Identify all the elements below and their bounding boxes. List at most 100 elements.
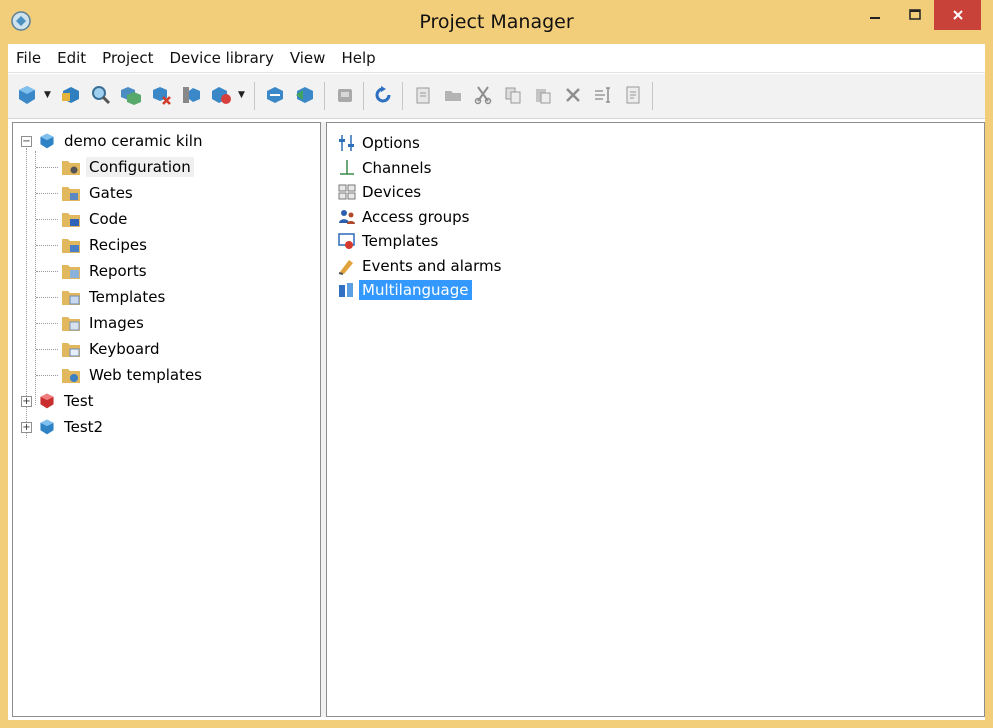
toolbar-separator [324,82,325,110]
tree-item-test[interactable]: + Test [21,389,97,413]
gates-folder-icon [62,187,80,201]
list-item-label: Templates [362,232,439,250]
tree-item-configuration[interactable]: Configuration [36,155,194,179]
connect-button[interactable] [262,82,288,108]
cube-open-icon [62,87,79,103]
tree-connector [36,349,58,350]
delete-project-button[interactable] [148,82,174,108]
list-item-label: Devices [362,183,422,201]
device-icon [338,89,352,102]
tree-item-web-templates[interactable]: Web templates [36,363,205,387]
tree-item-templates[interactable]: Templates [36,285,168,309]
tree-item-recipes[interactable]: Recipes [36,233,150,257]
users-icon [339,210,355,224]
tree-connector [36,375,58,376]
import-project-button[interactable] [208,82,234,108]
tree-item-label: Images [89,314,144,332]
new-item-button[interactable] [410,82,436,108]
tree-item-keyboard[interactable]: Keyboard [36,337,163,361]
list-item-label: Channels [362,159,432,177]
new-project-button[interactable] [14,82,40,108]
tree-connector [36,193,58,194]
delete-button[interactable] [560,82,586,108]
menu-project[interactable]: Project [94,49,161,67]
download-button[interactable] [292,82,318,108]
project-cube-icon [40,133,54,149]
new-folder-button[interactable] [440,82,466,108]
menu-edit[interactable]: Edit [49,49,94,67]
cut-button[interactable] [470,82,496,108]
maximize-icon [909,9,921,20]
reports-folder-icon [62,265,80,279]
web-templates-folder-icon [62,369,80,383]
title-bar[interactable]: Project Manager [0,0,993,44]
tree-item-label: Test [64,392,94,410]
tree-connector [36,167,58,168]
tree-item-label: Gates [89,184,133,202]
templates-folder-icon [62,291,80,305]
list-item-label: Events and alarms [362,257,502,275]
list-item-devices[interactable]: Devices [337,180,424,204]
menu-help[interactable]: Help [333,49,383,67]
new-project-dropdown-icon[interactable]: ▼ [44,90,51,100]
code-folder-icon [62,213,80,227]
tree-item-demo-ceramic-kiln[interactable]: − demo ceramic kiln [21,129,205,153]
list-item-channels[interactable]: Channels [337,156,434,180]
list-item-templates[interactable]: Templates [337,229,441,253]
copy-button[interactable] [500,82,526,108]
refresh-icon [375,86,391,103]
minimize-button[interactable] [855,0,895,30]
properties-button[interactable] [620,82,646,108]
menu-view[interactable]: View [282,49,334,67]
list-item-options[interactable]: Options [337,131,423,155]
collapse-icon[interactable]: − [21,135,32,147]
multilanguage-icon [339,283,353,297]
rename-button[interactable] [590,82,616,108]
search-project-button[interactable] [88,82,114,108]
import-dropdown-icon[interactable]: ▼ [238,90,245,100]
cube-export-icon [183,87,200,103]
paste-button[interactable] [530,82,556,108]
tree-item-label: Templates [89,288,166,306]
open-project-button[interactable] [58,82,84,108]
close-button[interactable] [934,0,981,30]
tree-item-test2[interactable]: + Test2 [21,415,106,439]
list-item-access-groups[interactable]: Access groups [337,205,473,229]
tree-item-images[interactable]: Images [36,311,147,335]
tree-item-label: Recipes [89,236,147,254]
tree-connector [36,271,58,272]
list-item-multilanguage[interactable]: Multilanguage [337,278,472,302]
properties-icon [626,86,640,104]
cube-copy-icon [121,87,141,105]
delete-icon [566,88,580,102]
toolbar-separator [363,82,364,110]
maximize-button[interactable] [895,0,935,30]
copy-project-button[interactable] [118,82,144,108]
window-title: Project Manager [419,11,574,33]
tree-item-label: Configuration [86,157,194,177]
export-project-button[interactable] [178,82,204,108]
menu-file[interactable]: File [8,49,49,67]
menu-device-library[interactable]: Device library [162,49,282,67]
tree-item-reports[interactable]: Reports [36,259,150,283]
expand-icon[interactable]: + [21,421,32,433]
toolbar-separator [402,82,403,110]
project-tree[interactable]: − demo ceramic kiln Configuration Gates … [12,122,321,717]
tree-item-gates[interactable]: Gates [36,181,136,205]
images-folder-icon [62,317,80,331]
copy-icon [505,87,521,104]
client-area: File Edit Project Device library View He… [8,44,985,720]
devices-icon [338,184,356,200]
device-button[interactable] [332,82,358,108]
menu-bar: File Edit Project Device library View He… [8,44,985,73]
refresh-button[interactable] [370,82,396,108]
templates-icon [338,233,355,249]
tree-item-code[interactable]: Code [36,207,130,231]
expand-icon[interactable]: + [21,395,32,407]
content-list[interactable]: Options Channels Devices Access groups T… [326,122,985,717]
list-item-label: Access groups [362,208,470,226]
cube-icon [19,86,35,104]
tree-item-label: Test2 [64,418,104,436]
cube-delete-icon [153,87,171,105]
list-item-events-and-alarms[interactable]: Events and alarms [337,254,504,278]
